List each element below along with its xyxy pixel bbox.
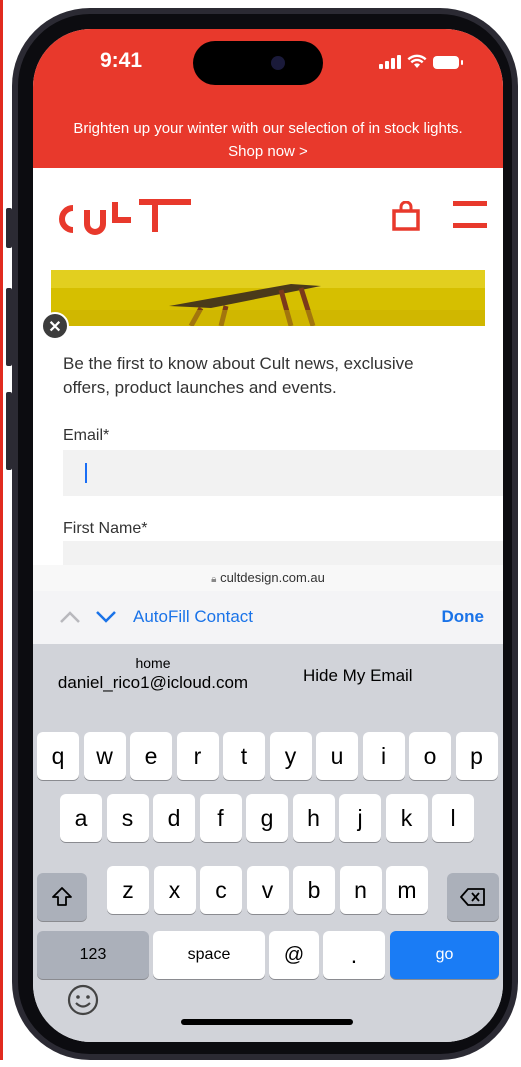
email-label: Email* (63, 427, 110, 444)
space-key[interactable]: space (153, 931, 265, 979)
wifi-icon (407, 54, 427, 68)
key-d[interactable]: d (153, 794, 195, 842)
close-popup-button[interactable]: ✕ (41, 312, 69, 340)
keyboard: home daniel_rico1@icloud.com Hide My Ema… (33, 644, 503, 1042)
suggestion-hide-my-email[interactable]: Hide My Email (303, 666, 413, 686)
suggestion-email[interactable]: home daniel_rico1@icloud.com (43, 655, 263, 693)
email-field[interactable] (63, 450, 503, 496)
key-p[interactable]: p (455, 732, 498, 780)
promo-banner-text: Brighten up your winter with our selecti… (73, 120, 463, 160)
key-z[interactable]: z (107, 866, 149, 914)
dot-key[interactable]: . (323, 931, 385, 979)
key-q[interactable]: q (37, 732, 79, 780)
shift-key[interactable] (37, 873, 87, 921)
battery-icon (433, 56, 463, 69)
key-o[interactable]: o (409, 732, 451, 780)
side-button-volume-up (6, 288, 12, 366)
key-b[interactable]: b (293, 866, 335, 914)
site-header (33, 168, 503, 268)
hamburger-menu-icon[interactable] (453, 201, 487, 229)
chevron-down-icon[interactable] (95, 610, 117, 624)
key-y[interactable]: y (269, 732, 312, 780)
key-r[interactable]: r (176, 732, 219, 780)
key-c[interactable]: c (200, 866, 242, 914)
newsletter-form: Be the first to know about Cult news, ex… (51, 329, 503, 587)
numbers-key[interactable]: 123 (37, 931, 149, 979)
left-edge-bar (0, 0, 3, 1060)
url-text: cultdesign.com.au (220, 570, 325, 585)
emoji-icon[interactable] (66, 983, 100, 1017)
key-f[interactable]: f (199, 794, 242, 842)
promo-banner[interactable]: Brighten up your winter with our selecti… (33, 111, 503, 168)
close-icon: ✕ (48, 319, 62, 336)
key-e[interactable]: e (130, 732, 172, 780)
at-key[interactable]: @ (269, 931, 319, 979)
key-v[interactable]: v (246, 866, 289, 914)
autofill-suggestions: home daniel_rico1@icloud.com Hide My Ema… (33, 644, 503, 708)
go-key[interactable]: go (390, 931, 499, 979)
key-h[interactable]: h (292, 794, 335, 842)
key-m[interactable]: m (386, 866, 428, 914)
suggestion-email-value: daniel_rico1@icloud.com (57, 673, 249, 692)
key-n[interactable]: n (339, 866, 382, 914)
key-a[interactable]: a (60, 794, 102, 842)
key-w[interactable]: w (83, 732, 126, 780)
key-k[interactable]: k (385, 794, 428, 842)
first-name-label: First Name* (63, 520, 148, 537)
newsletter-intro: Be the first to know about Cult news, ex… (63, 354, 414, 397)
key-t[interactable]: t (223, 732, 265, 780)
key-i[interactable]: i (362, 732, 405, 780)
shopping-bag-icon[interactable] (392, 201, 420, 231)
suggestion-email-caption: home (135, 655, 171, 671)
text-caret (85, 463, 87, 483)
key-u[interactable]: u (316, 732, 358, 780)
key-s[interactable]: s (106, 794, 149, 842)
delete-key[interactable] (447, 873, 499, 921)
key-g[interactable]: g (246, 794, 288, 842)
signal-icon (379, 55, 401, 69)
url-bar[interactable]: 🔒︎ cultdesign.com.au (33, 565, 503, 591)
autofill-contact-button[interactable]: AutoFill Contact (133, 607, 253, 627)
shift-icon (52, 887, 72, 906)
home-indicator[interactable] (181, 1019, 353, 1025)
key-j[interactable]: j (339, 794, 381, 842)
screen: 9:41 Brighten up your winter with our se… (33, 29, 503, 1042)
status-icons (379, 54, 463, 69)
lock-icon: 🔒︎ (211, 574, 217, 585)
side-button-volume-down (6, 392, 12, 470)
hero-image (51, 270, 485, 326)
status-time: 9:41 (100, 49, 143, 72)
chevron-up-icon[interactable] (59, 610, 81, 624)
side-button-action (6, 208, 12, 248)
dynamic-island (193, 41, 323, 85)
key-l[interactable]: l (432, 794, 474, 842)
done-button[interactable]: Done (442, 607, 485, 627)
delete-icon (460, 888, 485, 906)
cult-logo[interactable] (51, 198, 201, 238)
key-x[interactable]: x (153, 866, 196, 914)
form-toolbar: AutoFill Contact Done (33, 591, 503, 644)
